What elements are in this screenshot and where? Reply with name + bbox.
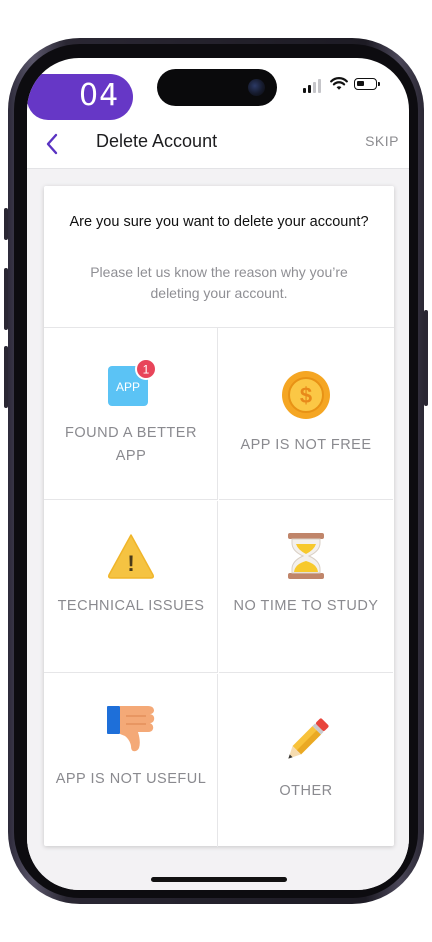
thumbs-down-icon [107,706,155,752]
warning-icon: ! [108,534,154,579]
reason-not-useful[interactable]: APP IS NOT USEFUL [44,674,218,847]
wifi-icon [330,77,348,90]
power-button [424,310,428,406]
delete-subtext: Please let us know the reason why you’re… [90,264,348,301]
app-header: Delete Account SKIP [27,122,409,168]
reason-found-better-app[interactable]: APP 1 FOUND A BETTER APP [44,328,218,500]
app-badge-icon: APP 1 [108,358,156,406]
camera-icon [248,79,265,96]
stage: 04 Delete Account SKIP Are you sure you … [0,0,432,942]
delete-reason-card: Are you sure you want to delete your acc… [44,186,394,847]
app-icon-text: APP [116,380,140,394]
coin-symbol: $ [300,383,312,408]
signal-icon [303,79,323,93]
reason-grid: APP 1 FOUND A BETTER APP $ APP IS NOT FR… [44,327,394,847]
reason-label: FOUND A BETTER APP [65,425,197,464]
pencil-icon [288,718,329,759]
chevron-left-icon [46,133,58,155]
action-button [4,208,8,240]
dynamic-island [157,69,277,106]
phone-screen: 04 Delete Account SKIP Are you sure you … [27,58,409,890]
reason-no-time[interactable]: NO TIME TO STUDY [219,501,393,673]
delete-question: Are you sure you want to delete your acc… [69,214,369,230]
page-title: Delete Account [96,131,218,151]
volume-up-button [4,268,8,330]
reason-label: OTHER [279,783,333,799]
reason-label: NO TIME TO STUDY [233,598,379,614]
reason-technical-issues[interactable]: ! TECHNICAL ISSUES [44,501,218,673]
hourglass-icon [288,533,324,579]
reason-other[interactable]: OTHER [219,674,393,847]
battery-icon [354,78,380,90]
step-badge-label: 04 [79,78,120,113]
reason-label: APP IS NOT USEFUL [55,771,207,787]
reason-label: TECHNICAL ISSUES [57,598,205,614]
dollar-coin-icon: $ [282,371,330,419]
warning-mark: ! [127,551,134,576]
home-indicator[interactable] [151,877,287,882]
reason-label: APP IS NOT FREE [240,437,372,453]
volume-down-button [4,346,8,408]
reason-app-not-free[interactable]: $ APP IS NOT FREE [219,328,393,500]
skip-button[interactable]: SKIP [365,133,399,149]
back-button[interactable] [39,128,69,160]
badge-count: 1 [143,363,150,377]
step-badge: 04 [27,74,133,120]
